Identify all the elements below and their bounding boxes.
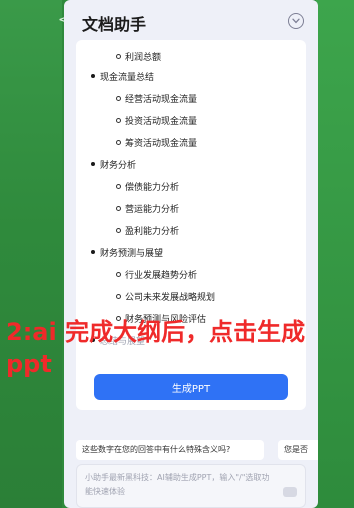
outline-subsection: 筹资活动现金流量 — [116, 136, 198, 149]
generate-ppt-label: 生成PPT — [171, 383, 211, 395]
outline-subsection: 盈利能力分析 — [116, 224, 180, 237]
chevron-down-icon — [292, 18, 300, 24]
assistant-panel: 文档助手 利润总额现金流量总结经营活动现金流量 投资活动现金流量 筹资活动现金流量财… — [64, 0, 318, 508]
bullet-icon — [91, 250, 95, 254]
bullet-icon — [116, 96, 121, 101]
outline-subsection: 行业发展趋势分析 — [116, 268, 198, 281]
chat-input-box — [76, 464, 306, 508]
outline-text: 财务预测与展望 — [100, 249, 164, 259]
panel-title: 文档助手 — [82, 15, 147, 34]
outline-text: 偿债能力分析 — [125, 183, 180, 193]
suggestion-bar: 这些数字在您的回答中有什么特殊含义吗? 您是否 — [76, 440, 318, 462]
outline-text: 财务分析 — [100, 161, 137, 171]
bullet-icon — [116, 54, 121, 59]
outline-section: 财务预测与展望 — [91, 246, 164, 259]
bullet-icon — [91, 162, 95, 166]
outline-subsection: 经营活动现金流量 — [116, 92, 198, 105]
outline-subsection: 利润总额 — [116, 50, 162, 63]
overlay-line-1: 2:ai 完成大纲后，点击生成 — [6, 318, 306, 346]
panel-header: 文档助手 — [64, 0, 318, 42]
outline-text: 投资活动现金流量 — [125, 117, 198, 127]
outline-section: 财务分析 — [91, 158, 137, 171]
background-left — [0, 0, 62, 508]
chat-input[interactable] — [85, 471, 275, 503]
background-right — [316, 0, 354, 508]
bullet-icon — [116, 294, 121, 299]
suggestion-chip[interactable]: 这些数字在您的回答中有什么特殊含义吗? — [76, 440, 264, 460]
outline-subsection: 投资活动现金流量 — [116, 114, 198, 127]
outline-subsection: 偿债能力分析 — [116, 180, 180, 193]
collapse-button[interactable] — [288, 13, 304, 29]
outline-text: 公司未来发展战略规划 — [125, 293, 216, 303]
outline-subsection: 营运能力分析 — [116, 202, 180, 215]
outline-text: 盈利能力分析 — [125, 227, 180, 237]
send-icon[interactable] — [283, 487, 297, 497]
outline-text: 行业发展趋势分析 — [125, 271, 198, 281]
bullet-icon — [116, 118, 121, 123]
outline-text: 营运能力分析 — [125, 205, 180, 215]
bullet-icon — [91, 74, 95, 78]
bullet-icon — [116, 184, 121, 189]
bullet-icon — [116, 228, 121, 233]
outline-section: 现金流量总结 — [91, 70, 155, 83]
outline-text: 经营活动现金流量 — [125, 95, 198, 105]
outline-text: 利润总额 — [125, 53, 162, 63]
outline-subsection: 公司未来发展战略规划 — [116, 290, 216, 303]
outline-text: 筹资活动现金流量 — [125, 139, 198, 149]
bullet-icon — [116, 272, 121, 277]
bullet-icon — [116, 140, 121, 145]
outline-text: 现金流量总结 — [100, 73, 155, 83]
suggestion-chip[interactable]: 您是否 — [278, 440, 318, 460]
bullet-icon — [116, 206, 121, 211]
instruction-overlay: 2:ai 完成大纲后，点击生成 ppt — [6, 316, 354, 380]
overlay-line-2: ppt — [6, 350, 52, 378]
